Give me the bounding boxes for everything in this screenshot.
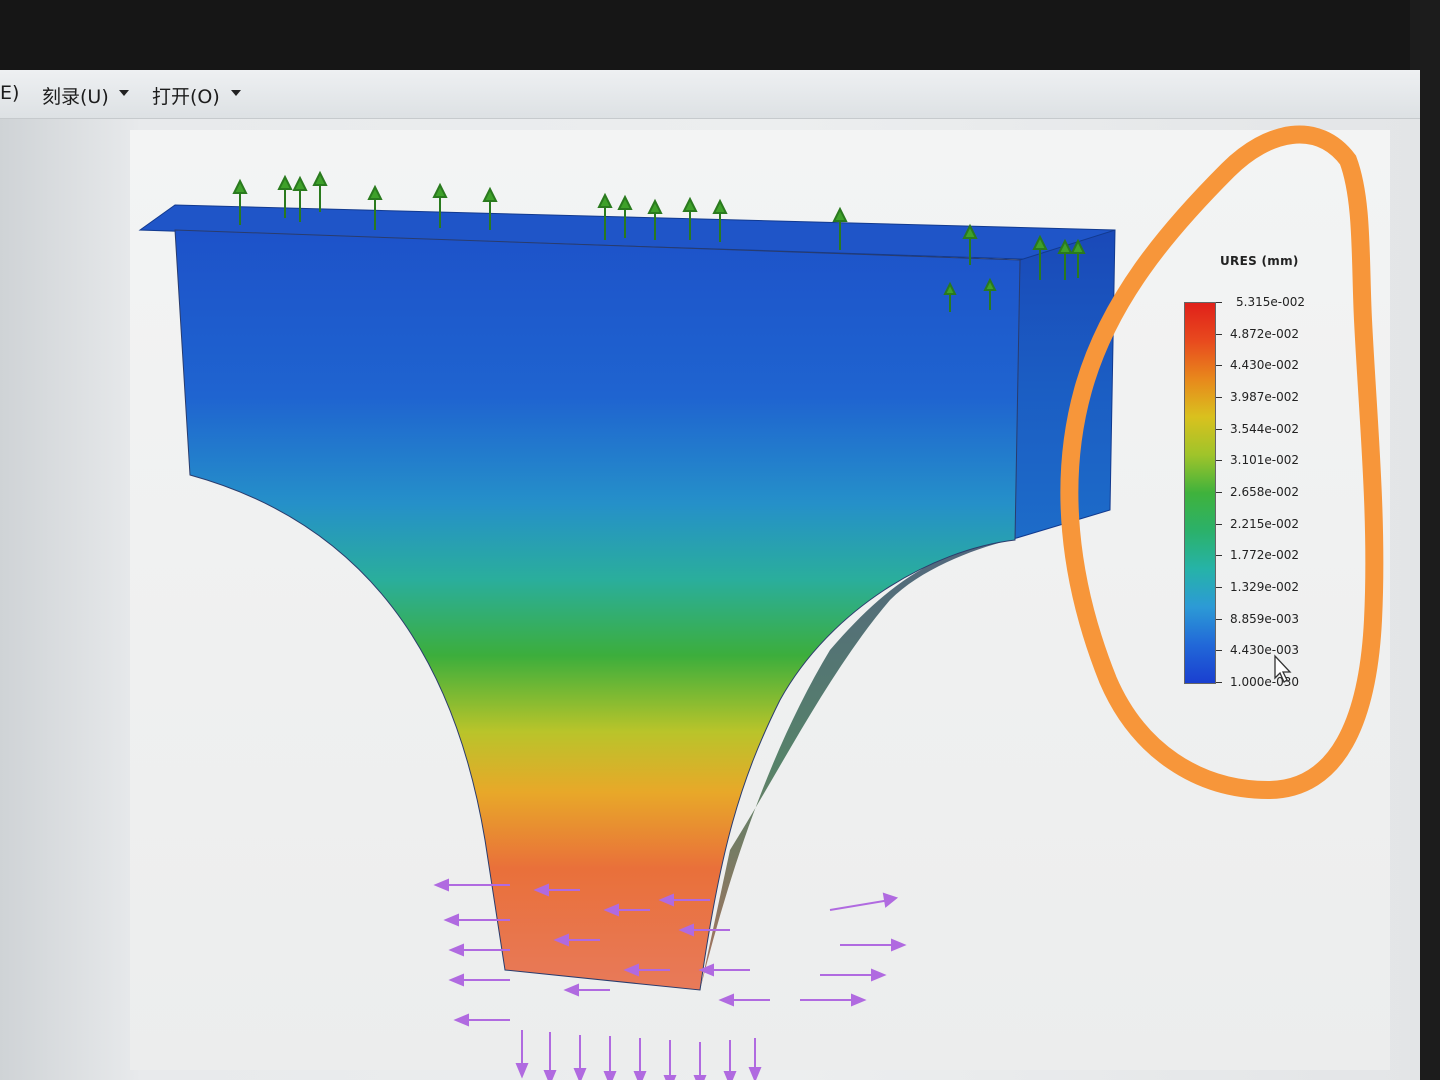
chevron-down-icon[interactable] <box>119 90 129 96</box>
highlight-loop-stroke <box>1060 125 1384 800</box>
front-face <box>174 229 1021 991</box>
mouse-cursor-icon <box>1274 654 1292 683</box>
screen: E) 刻录(U) 打开(O) URES (mm) 5.315e-002 4.87… <box>0 70 1420 1080</box>
menu-item-open[interactable]: 打开(O) <box>152 82 220 109</box>
menu-item-burn[interactable]: 刻录(U) <box>42 82 109 109</box>
monitor-bezel-top <box>0 0 1440 70</box>
chevron-down-icon[interactable] <box>231 90 241 96</box>
menu-item-edit[interactable]: E) <box>0 82 19 104</box>
highlight-annotation <box>1060 125 1384 800</box>
displacement-plot-model <box>138 170 1116 1080</box>
